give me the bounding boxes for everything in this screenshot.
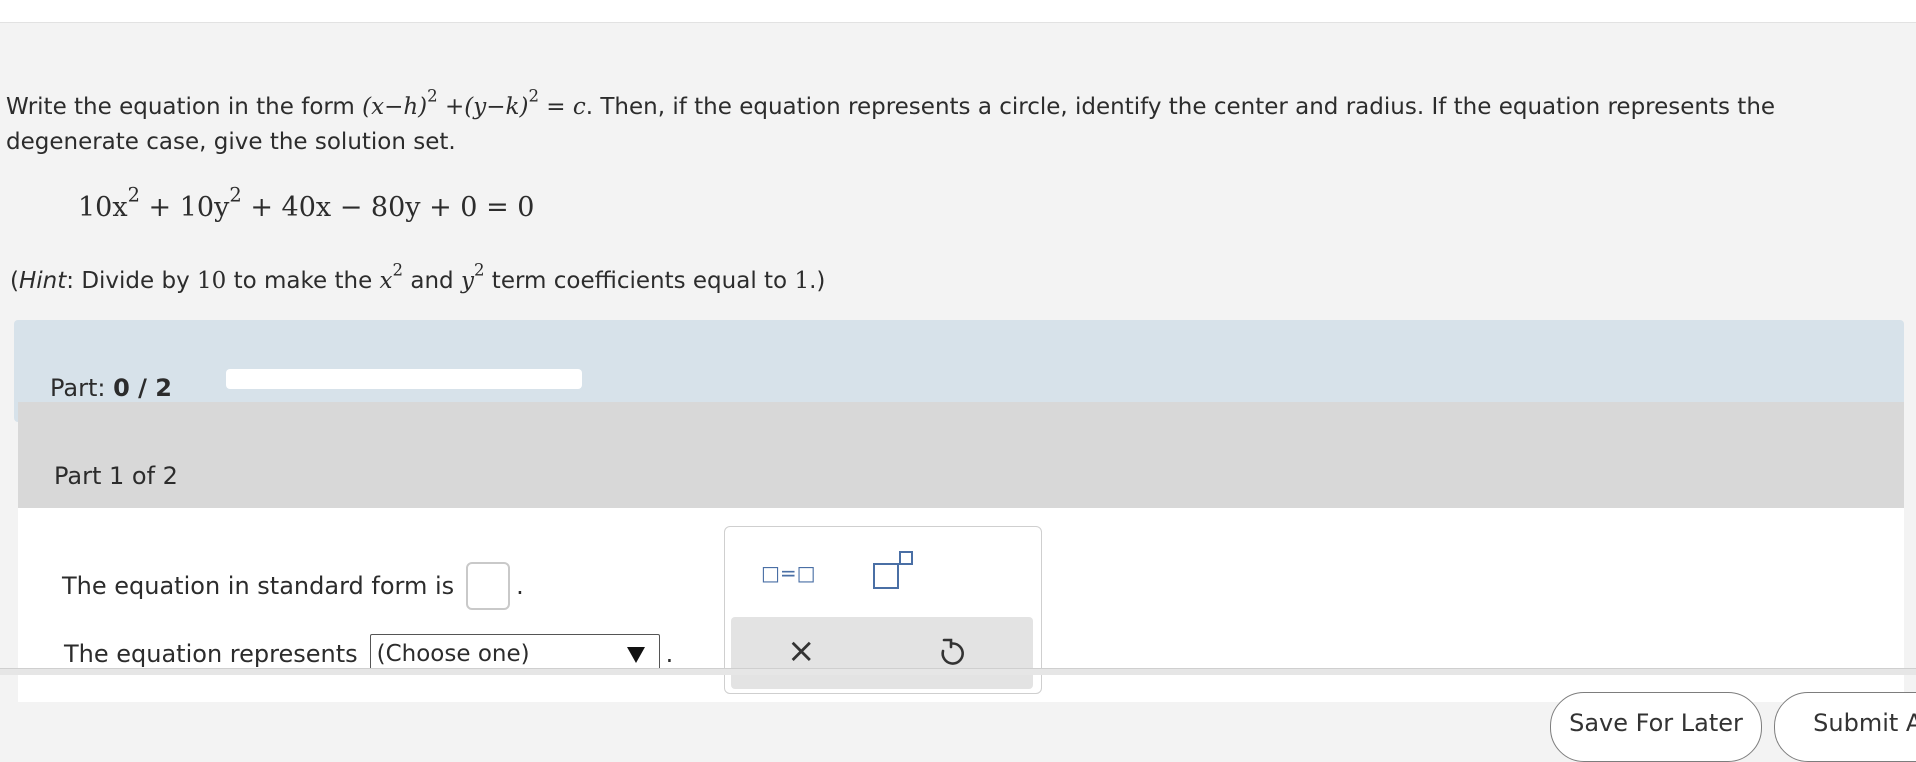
represents-label: The equation represents (64, 640, 358, 668)
question-text: Write the equation in the form (x−h)2 +(… (6, 88, 1886, 160)
form-plus: + (437, 94, 465, 120)
form-expression: (x−h)2 +(y−k)2 = c (362, 88, 586, 120)
hint-number: 10 (197, 268, 227, 294)
eq-term-3: + 40x − 80y + 0 = 0 (241, 192, 535, 223)
hint-x: x (379, 268, 393, 294)
top-strip (0, 0, 1916, 23)
undo-icon[interactable] (935, 635, 965, 667)
eq-term-1: 10x (78, 192, 128, 223)
represents-period: . (665, 640, 674, 668)
equation-template-button[interactable]: □=□ (761, 561, 816, 585)
hint-x-exp: 2 (392, 260, 404, 280)
part-count: 0 / 2 (113, 374, 172, 402)
dropdown-arrow-icon (626, 647, 645, 663)
hint-y: y (460, 268, 474, 294)
submit-label: Submit As (1813, 709, 1916, 737)
eq-exp-1: 2 (127, 183, 140, 207)
part-title: Part 1 of 2 (54, 462, 178, 490)
hint-text-1: : Divide by (66, 268, 198, 294)
hint-close: .) (809, 268, 826, 294)
exponent-template-button[interactable] (873, 551, 913, 589)
part-label-text: Part: (50, 374, 114, 402)
progress-track (226, 369, 582, 389)
question-intro: Write the equation in the form (6, 94, 363, 120)
hint-label: Hint (18, 268, 67, 294)
hint-y-exp: 2 (473, 260, 485, 280)
hint-one: 1 (794, 268, 810, 294)
form-exp-2: 2 (528, 86, 539, 106)
standard-form-label: The equation in standard form is (62, 572, 455, 600)
select-value: (Choose one) (376, 641, 530, 667)
part-panel-header: Part 1 of 2 (18, 402, 1904, 508)
eq-term-2: + 10y (139, 192, 230, 223)
hint-and: and (403, 268, 461, 294)
standard-form-row: The equation in standard form is . (62, 562, 524, 610)
form-term-x: (x−h) (362, 94, 428, 120)
hint-open: ( (10, 268, 19, 294)
save-for-later-button[interactable]: Save For Later (1550, 692, 1762, 762)
form-equals-c: = c (538, 94, 586, 120)
eq-exp-2: 2 (229, 183, 242, 207)
part-panel: Part 1 of 2 The equation in standard for… (18, 402, 1904, 702)
part-label: Part: 0 / 2 (50, 374, 172, 402)
standard-form-period: . (516, 572, 524, 600)
save-label: Save For Later (1569, 709, 1743, 737)
standard-form-input[interactable] (466, 562, 511, 610)
given-equation: 10x2 + 10y2 + 40x − 80y + 0 = 0 (78, 185, 535, 223)
clear-icon[interactable]: × (787, 631, 816, 671)
toolbox-actions: × (731, 617, 1033, 689)
hint-text-3: term coefficients equal to (484, 268, 795, 294)
submit-button[interactable]: Submit As (1774, 692, 1916, 762)
exponent-box-icon (899, 551, 913, 565)
footer-divider (0, 668, 1916, 675)
form-term-y: (y−k) (464, 94, 529, 120)
hint-text-2: to make the (226, 268, 380, 294)
form-exp-1: 2 (427, 86, 438, 106)
hint-text: (Hint: Divide by 10 to make the x2 and y… (10, 262, 826, 294)
